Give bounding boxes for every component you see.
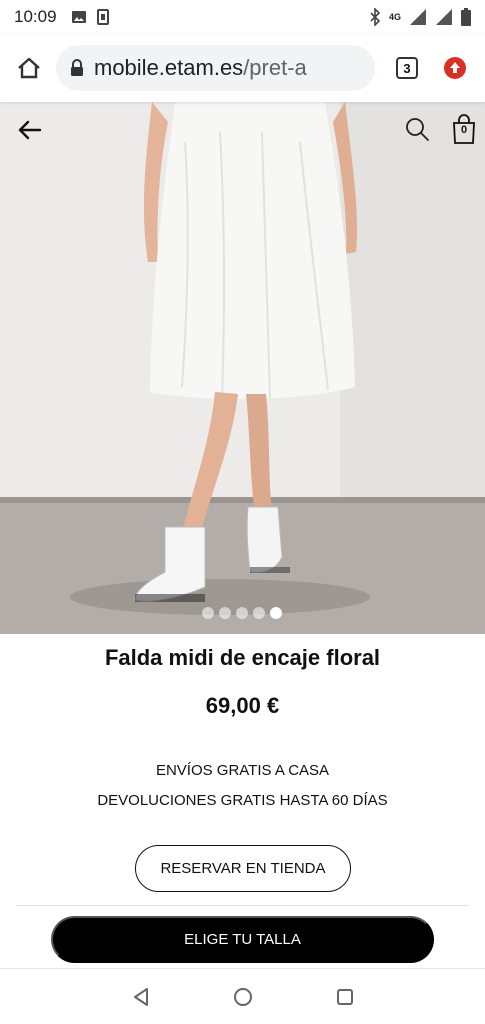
lock-icon: [70, 59, 84, 77]
choose-size-button[interactable]: ELIGE TU TALLA: [51, 916, 434, 963]
home-button[interactable]: [10, 49, 48, 87]
reserve-in-store-button[interactable]: RESERVAR EN TIENDA: [135, 845, 351, 892]
product-photo: [0, 102, 485, 634]
gallery-icon: [71, 11, 86, 23]
arrow-left-icon[interactable]: [16, 116, 44, 144]
url-path: /pret-a: [243, 55, 307, 80]
update-menu-icon: [444, 57, 466, 79]
square-recents-icon: [336, 988, 353, 1005]
tab-switcher-button[interactable]: 3: [387, 48, 427, 88]
url-bar[interactable]: mobile.etam.es/pret-a: [56, 45, 375, 91]
cart-button[interactable]: 0: [451, 114, 477, 144]
carousel-dot[interactable]: [219, 607, 231, 619]
home-icon: [18, 57, 40, 79]
returns-info: DEVOLUCIONES GRATIS HASTA 60 DÍAS: [97, 792, 388, 809]
carousel-dot[interactable]: [270, 607, 282, 619]
bluetooth-icon: [370, 8, 381, 26]
carousel-dot[interactable]: [253, 607, 265, 619]
divider: [16, 905, 469, 906]
browser-toolbar: mobile.etam.es/pret-a 3: [0, 34, 485, 102]
circle-home-icon: [233, 987, 252, 1006]
network-type: 4G: [388, 12, 401, 22]
url-host: mobile.etam.es: [94, 55, 244, 80]
status-bar: 10:09 4G: [0, 0, 485, 34]
signal-2-icon: [436, 9, 452, 25]
status-time: 10:09: [14, 7, 57, 26]
cart-count: 0: [460, 124, 468, 136]
shipping-info: ENVÍOS GRATIS A CASA: [155, 762, 330, 779]
storage-icon: [96, 9, 109, 25]
system-navigation-bar: [0, 968, 485, 1024]
nav-home-button[interactable]: [231, 985, 255, 1009]
carousel-dot[interactable]: [202, 607, 214, 619]
product-image-carousel[interactable]: 0: [0, 102, 485, 634]
tab-count: 3: [396, 57, 418, 79]
product-price: 69,00 €: [205, 693, 280, 718]
search-icon[interactable]: [404, 116, 430, 142]
battery-icon: [461, 8, 471, 26]
nav-recents-button[interactable]: [333, 985, 357, 1009]
nav-back-button[interactable]: [129, 985, 153, 1009]
signal-icon: [410, 9, 426, 25]
browser-menu-button[interactable]: [435, 48, 475, 88]
triangle-back-icon: [133, 987, 148, 1006]
carousel-indicator: [202, 607, 282, 619]
product-title: Falda midi de encaje floral: [104, 645, 381, 670]
carousel-dot[interactable]: [236, 607, 248, 619]
